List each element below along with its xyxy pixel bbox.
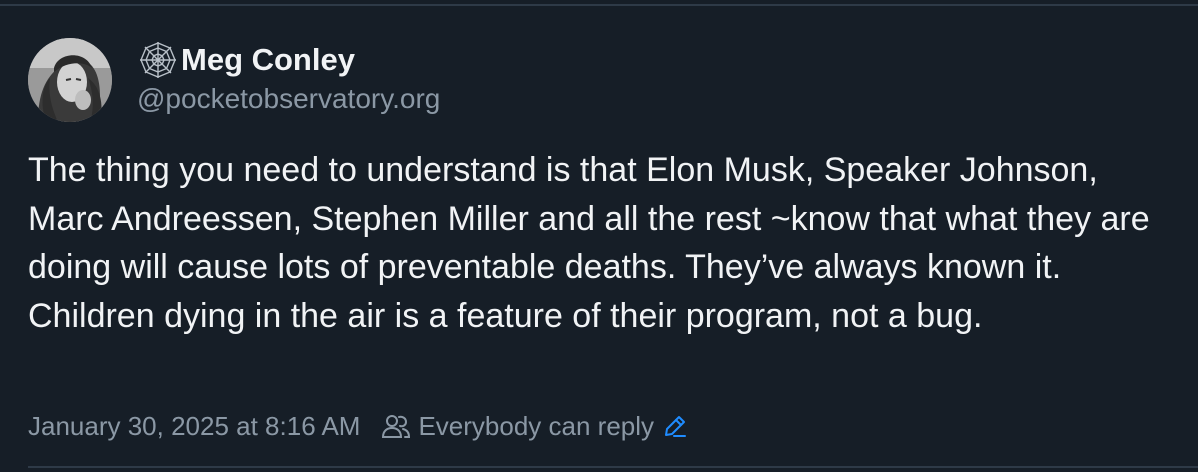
author-avatar[interactable] [28,38,112,122]
author-block: Meg Conley @pocketobservatory.org [137,40,440,117]
spider-web-icon [137,40,179,80]
author-name-row: Meg Conley [137,40,440,80]
post-card: Meg Conley @pocketobservatory.org The th… [0,0,1198,472]
post-text: The thing you need to understand is that… [28,151,1150,335]
post-timestamp[interactable]: January 30, 2025 at 8:16 AM [28,411,360,442]
post-meta: January 30, 2025 at 8:16 AM Everybody ca… [28,408,688,444]
avatar-image [28,38,112,122]
pencil-icon[interactable] [662,413,688,439]
reply-setting-label: Everybody can reply [418,410,655,441]
bottom-divider [28,466,1198,468]
author-display-name[interactable]: Meg Conley [181,40,355,80]
author-handle[interactable]: @pocketobservatory.org [137,81,440,117]
reply-setting[interactable]: Everybody can reply [380,410,688,442]
people-icon [380,410,412,442]
